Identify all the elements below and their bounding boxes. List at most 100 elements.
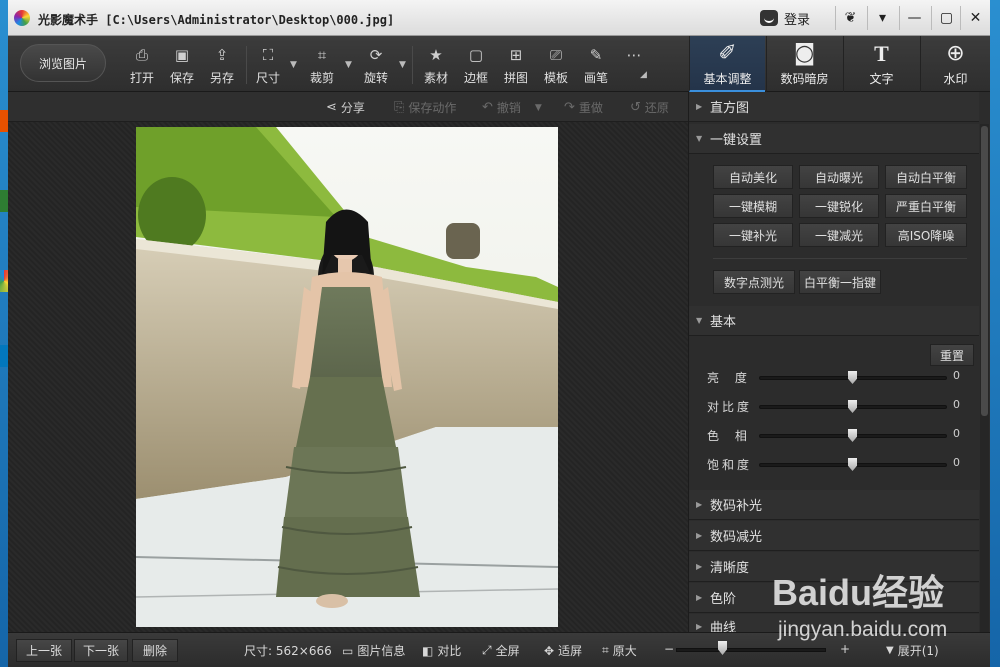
restore-label: 还原 — [644, 101, 669, 115]
desktop-icon — [0, 190, 8, 212]
image-info-button[interactable]: ▭ 图片信息 — [342, 642, 405, 659]
tab-darkroom[interactable]: ◙ 数码暗房 — [766, 36, 842, 92]
tab-text[interactable]: T 文字 — [843, 36, 919, 92]
collage-label: 拼图 — [503, 71, 528, 85]
rotate-dropdown-icon[interactable]: ▼ — [399, 60, 407, 70]
fit-screen-button[interactable]: ✥ 适屏 — [544, 642, 582, 659]
tab-watermark[interactable]: ⊕ 水印 — [920, 36, 990, 92]
crop-dropdown-icon[interactable]: ▼ — [345, 60, 353, 70]
resize-dropdown-icon[interactable]: ▼ — [290, 60, 298, 70]
section-histogram-title: 直方图 — [710, 101, 750, 116]
brightness-knob[interactable] — [848, 371, 857, 384]
undo-button[interactable]: ↶ 撤销 ▼ — [482, 99, 542, 116]
watermark-url: jingyan.baidu.com — [778, 618, 948, 641]
share-button[interactable]: ⋖ 分享 — [326, 99, 365, 116]
save-button[interactable]: ▣ 保存 — [162, 44, 202, 88]
border-button[interactable]: ▢ 边框 — [456, 44, 496, 88]
oneclick-fill-light-button[interactable]: 一键补光 — [713, 223, 793, 247]
material-button[interactable]: ★ 素材 — [416, 44, 456, 88]
contrast-knob[interactable] — [848, 400, 857, 413]
oneclick-reduce-light-button[interactable]: 一键减光 — [799, 223, 879, 247]
template-button[interactable]: ⎚ 模板 — [536, 44, 576, 88]
section-digital-reduce-light[interactable]: ▶ 数码减光 — [689, 521, 979, 551]
more-icon: ⋯ — [626, 46, 642, 64]
save-action-button[interactable]: ⎘ 保存动作 — [394, 99, 456, 116]
save-action-icon: ⎘ — [394, 100, 405, 115]
save-as-button[interactable]: ⇪ 另存 — [202, 44, 242, 88]
template-label: 模板 — [543, 71, 568, 85]
share-icon: ⋖ — [326, 100, 337, 115]
collage-button[interactable]: ⊞ 拼图 — [496, 44, 536, 88]
fullscreen-button[interactable]: ⤢ 全屏 — [482, 642, 520, 659]
collapsed-arrow-icon: ▶ — [696, 622, 703, 631]
menu-dropdown-button[interactable]: ▾ — [867, 6, 897, 30]
tab-watermark-label: 水印 — [943, 72, 968, 86]
hue-label: 色 相 — [707, 429, 753, 443]
strict-white-balance-button[interactable]: 严重白平衡 — [885, 194, 967, 218]
crop-button[interactable]: ⌗ 裁剪 — [302, 44, 342, 88]
resize-button[interactable]: ⛶ 尺寸 — [248, 44, 288, 88]
border-label: 边框 — [463, 71, 488, 85]
saturation-knob[interactable] — [848, 458, 857, 471]
photo-preview — [136, 127, 558, 627]
auto-beautify-button[interactable]: 自动美化 — [713, 165, 793, 189]
title-bar: 光影魔术手 [C:\Users\Administrator\Desktop\00… — [8, 0, 990, 36]
undo-dropdown-icon[interactable]: ▼ — [535, 103, 542, 113]
skin-button[interactable]: ❦ — [835, 6, 865, 30]
more-expand-icon[interactable]: ◢ — [640, 70, 648, 80]
auto-white-balance-button[interactable]: 自动白平衡 — [885, 165, 967, 189]
more-tools-button[interactable]: ⋯ — [614, 44, 654, 88]
hue-slider-row: 色 相 0 — [707, 426, 969, 444]
adjust-icon: ✐ — [718, 41, 737, 66]
panel-scrollbar[interactable] — [980, 124, 989, 640]
redo-button[interactable]: ↷ 重做 — [564, 99, 603, 116]
brush-button[interactable]: ✎ 画笔 — [576, 44, 616, 88]
open-button[interactable]: ⎙ 打开 — [122, 44, 162, 88]
next-image-button[interactable]: 下一张 — [74, 639, 128, 662]
tab-text-label: 文字 — [869, 72, 894, 86]
tab-basic-adjust[interactable]: ✐ 基本调整 — [689, 36, 765, 92]
zoom-out-button[interactable]: − — [664, 642, 674, 656]
contrast-label: 对比度 — [707, 400, 753, 414]
section-levels-title: 色阶 — [710, 592, 737, 607]
tab-basic-adjust-label: 基本调整 — [703, 72, 752, 86]
maximize-button[interactable]: ▢ — [931, 6, 961, 30]
saturation-slider-row: 饱和度 0 — [707, 455, 969, 473]
redo-icon: ↷ — [564, 100, 575, 115]
image-canvas[interactable] — [8, 122, 688, 632]
login-label: 登录 — [784, 12, 811, 28]
high-iso-denoise-button[interactable]: 高ISO降噪 — [885, 223, 967, 247]
rotate-button[interactable]: ⟳ 旋转 — [356, 44, 396, 88]
oneclick-sharpen-button[interactable]: 一键锐化 — [799, 194, 879, 218]
section-digital-fill-light[interactable]: ▶ 数码补光 — [689, 490, 979, 520]
saturation-label: 饱和度 — [707, 458, 753, 472]
delete-button[interactable]: 删除 — [132, 639, 178, 662]
expanded-arrow-icon: ▼ — [696, 134, 703, 143]
original-size-button[interactable]: ⌗ 原大 — [602, 642, 637, 659]
section-oneclick[interactable]: ▼ 一键设置 — [689, 124, 979, 154]
toolbar-divider — [412, 46, 413, 84]
reset-button[interactable]: 重置 — [930, 344, 974, 366]
hue-knob[interactable] — [848, 429, 857, 442]
panel-scrollbar-thumb[interactable] — [981, 126, 988, 416]
section-oneclick-title: 一键设置 — [710, 133, 763, 148]
login-button[interactable]: 登录 — [760, 8, 810, 28]
tab-darkroom-label: 数码暗房 — [780, 72, 829, 86]
compare-button[interactable]: ◧ 对比 — [422, 642, 461, 659]
toolbar-divider — [246, 46, 247, 84]
white-balance-finger-button[interactable]: 白平衡一指键 — [799, 270, 881, 294]
image-info-label: 图片信息 — [357, 644, 406, 658]
original-size-icon: ⌗ — [602, 643, 609, 657]
oneclick-blur-button[interactable]: 一键模糊 — [713, 194, 793, 218]
section-basic[interactable]: ▼ 基本 — [689, 306, 979, 336]
fullscreen-icon: ⤢ — [482, 643, 492, 657]
previous-image-button[interactable]: 上一张 — [16, 639, 72, 662]
digital-metering-button[interactable]: 数字点测光 — [713, 270, 795, 294]
zoom-slider-knob[interactable] — [718, 641, 727, 655]
close-button[interactable]: ✕ — [960, 6, 990, 30]
auto-exposure-button[interactable]: 自动曝光 — [799, 165, 879, 189]
section-histogram[interactable]: ▶ 直方图 — [689, 92, 979, 122]
minimize-button[interactable]: — — [899, 6, 929, 30]
browse-images-button[interactable]: 浏览图片 — [20, 44, 106, 82]
restore-button[interactable]: ↺ 还原 — [630, 99, 669, 116]
